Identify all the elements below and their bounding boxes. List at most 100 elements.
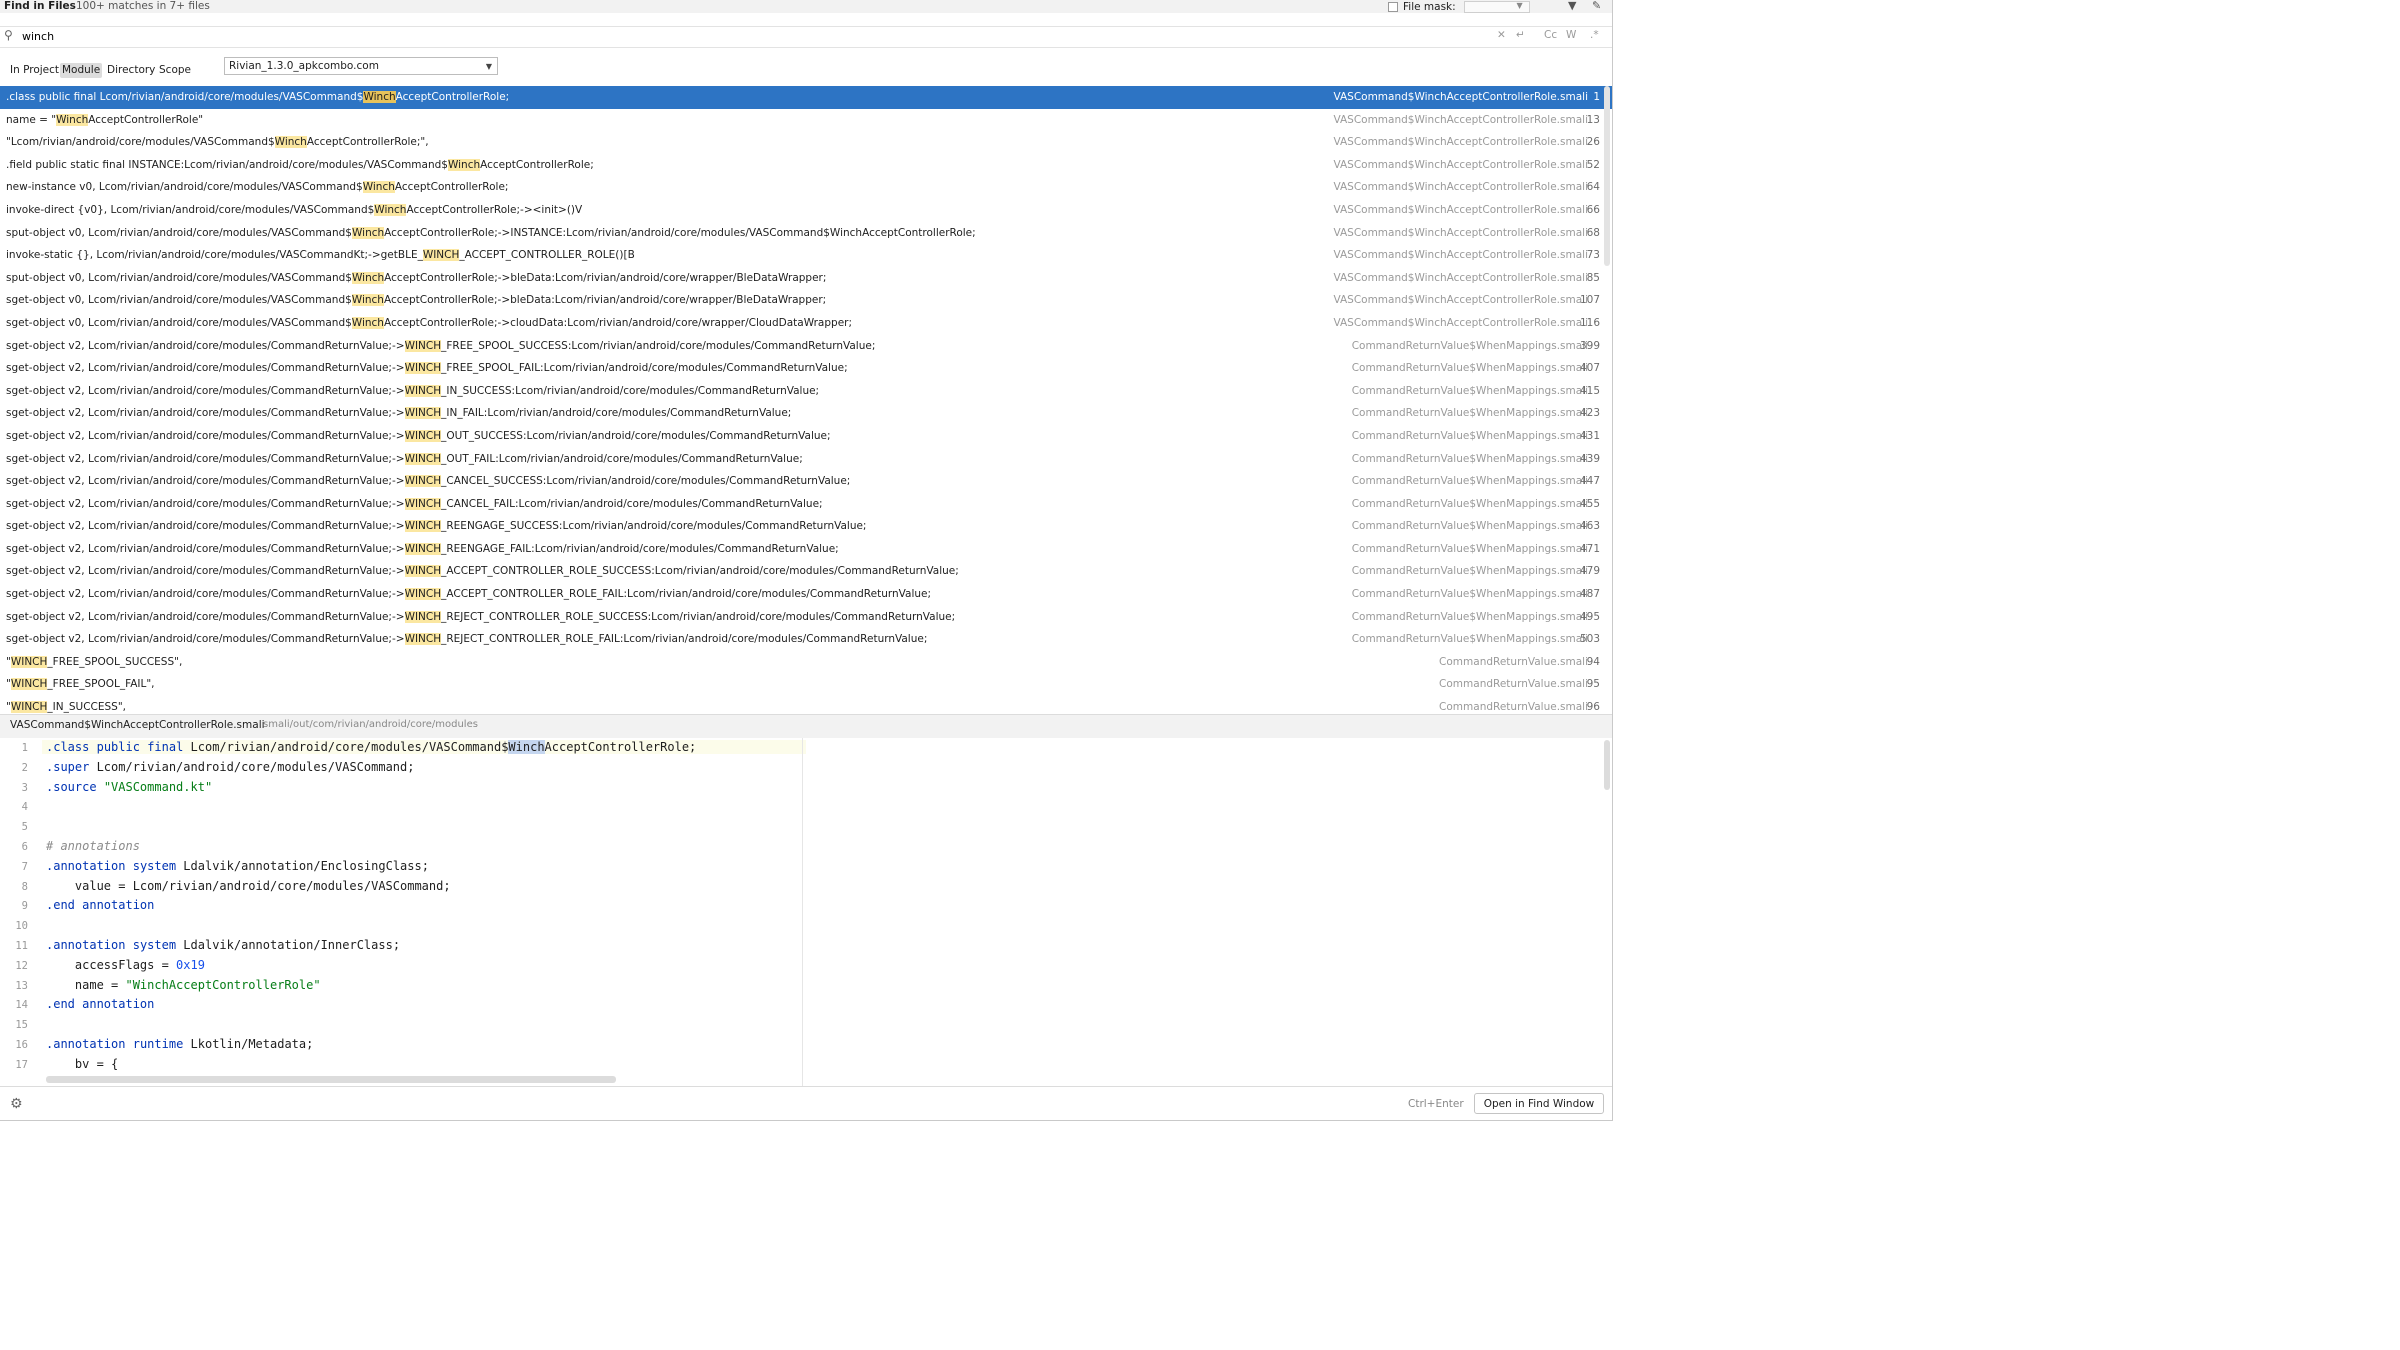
module-select[interactable]: Rivian_1.3.0_apkcombo.com ▼ — [224, 57, 498, 75]
result-row[interactable]: sget-object v0, Lcom/rivian/android/core… — [0, 312, 1612, 335]
result-row[interactable]: "WINCH_IN_SUCCESS", CommandReturnValue.sm… — [0, 696, 1612, 714]
result-code-suffix: _FREE_SPOOL_FAIL", — [47, 678, 155, 691]
tab-in-project[interactable]: In Project — [8, 63, 61, 78]
match-highlight: WINCH — [404, 362, 442, 375]
result-code: name = "WinchAcceptControllerRole" — [6, 109, 203, 132]
result-code: sget-object v2, Lcom/rivian/android/core… — [6, 538, 839, 561]
result-code-suffix: _IN_SUCCESS", — [47, 701, 127, 714]
result-row[interactable]: sput-object v0, Lcom/rivian/android/core… — [0, 267, 1612, 290]
result-row[interactable]: new-instance v0, Lcom/rivian/android/cor… — [0, 176, 1612, 199]
code-line: name = "WinchAcceptControllerRole" — [46, 977, 321, 992]
tab-module[interactable]: Module — [60, 63, 103, 78]
result-code-prefix: sget-object v0, Lcom/rivian/android/core… — [6, 316, 352, 329]
result-code: invoke-static {}, Lcom/rivian/android/co… — [6, 244, 635, 267]
result-row[interactable]: sget-object v2, Lcom/rivian/android/core… — [0, 425, 1612, 448]
result-code-suffix: AcceptControllerRole;->bleData:Lcom/rivi… — [383, 294, 827, 307]
line-number: 1 — [21, 742, 28, 754]
result-row[interactable]: "WINCH_FREE_SPOOL_SUCCESS", CommandReturn… — [0, 651, 1612, 674]
result-row[interactable]: sget-object v0, Lcom/rivian/android/core… — [0, 289, 1612, 312]
result-file: CommandReturnValue$WhenMappings.smali — [1351, 520, 1588, 533]
result-code-suffix: _CANCEL_FAIL:Lcom/rivian/android/core/mo… — [441, 497, 823, 510]
match-highlight: Winch — [351, 316, 384, 329]
result-row[interactable]: sget-object v2, Lcom/rivian/android/core… — [0, 335, 1612, 358]
result-row[interactable]: sget-object v2, Lcom/rivian/android/core… — [0, 538, 1612, 561]
result-row[interactable]: sget-object v2, Lcom/rivian/android/core… — [0, 560, 1612, 583]
result-line-number: 399 — [1579, 339, 1600, 352]
result-row[interactable]: sget-object v2, Lcom/rivian/android/core… — [0, 357, 1612, 380]
result-line-number: 64 — [1586, 181, 1600, 194]
result-code-prefix: sput-object v0, Lcom/rivian/android/core… — [6, 271, 352, 284]
match-highlight: WINCH — [404, 429, 442, 442]
result-row[interactable]: invoke-direct {v0}, Lcom/rivian/android/… — [0, 199, 1612, 222]
match-highlight: WINCH — [10, 701, 48, 714]
result-file: CommandReturnValue$WhenMappings.smali — [1351, 588, 1588, 601]
open-in-find-window-button[interactable]: Open in Find Window — [1474, 1093, 1604, 1114]
result-row[interactable]: sget-object v2, Lcom/rivian/android/core… — [0, 448, 1612, 471]
match-highlight: WINCH — [404, 475, 442, 488]
result-line-number: 503 — [1579, 633, 1600, 646]
code-line: .annotation system Ldalvik/annotation/In… — [46, 938, 401, 952]
result-code-suffix: _IN_FAIL:Lcom/rivian/android/core/module… — [441, 407, 792, 420]
file-mask-group: File mask: ▼ — [1388, 0, 1530, 13]
result-code-suffix: AcceptControllerRole; — [480, 158, 594, 171]
match-highlight: WINCH — [10, 655, 48, 668]
result-code-prefix: sget-object v2, Lcom/rivian/android/core… — [6, 429, 405, 442]
filter-icon[interactable]: ▼ — [1568, 0, 1576, 12]
result-row[interactable]: sget-object v2, Lcom/rivian/android/core… — [0, 470, 1612, 493]
result-code-suffix: _ACCEPT_CONTROLLER_ROLE_SUCCESS:Lcom/riv… — [441, 565, 959, 578]
regex-icon[interactable]: .* — [1590, 29, 1599, 41]
result-line-number: 94 — [1586, 655, 1600, 668]
result-row[interactable]: sput-object v0, Lcom/rivian/android/core… — [0, 222, 1612, 245]
tab-scope[interactable]: Scope — [157, 63, 193, 78]
result-code-suffix: _ACCEPT_CONTROLLER_ROLE_FAIL:Lcom/rivian… — [441, 588, 932, 601]
result-row[interactable]: "Lcom/rivian/android/core/modules/VASCom… — [0, 131, 1612, 154]
match-case-toggle[interactable]: Cc — [1544, 29, 1557, 41]
result-line-number: 487 — [1579, 588, 1600, 601]
result-row[interactable]: .field public static final INSTANCE:Lcom… — [0, 154, 1612, 177]
result-row[interactable]: name = "WinchAcceptControllerRole" VASCom… — [0, 109, 1612, 132]
file-mask-checkbox[interactable] — [1388, 1, 1398, 12]
result-row[interactable]: sget-object v2, Lcom/rivian/android/core… — [0, 583, 1612, 606]
horizontal-scrollbar[interactable] — [46, 1076, 616, 1083]
result-code: sget-object v2, Lcom/rivian/android/core… — [6, 493, 823, 516]
result-row[interactable]: sget-object v2, Lcom/rivian/android/core… — [0, 628, 1612, 651]
result-file: CommandReturnValue$WhenMappings.smali — [1351, 339, 1588, 352]
match-highlight: WINCH — [404, 542, 442, 555]
match-highlight: WINCH — [404, 610, 442, 623]
result-code-prefix: sget-object v2, Lcom/rivian/android/core… — [6, 520, 405, 533]
result-file: CommandReturnValue$WhenMappings.smali — [1351, 384, 1588, 397]
pin-icon[interactable]: ✎ — [1592, 0, 1601, 12]
result-row[interactable]: sget-object v2, Lcom/rivian/android/core… — [0, 380, 1612, 403]
result-code-suffix: AcceptControllerRole;->INSTANCE:Lcom/riv… — [384, 226, 976, 239]
match-highlight: WINCH — [404, 588, 442, 601]
match-highlight: WINCH — [422, 249, 460, 262]
editor-scrollbar[interactable] — [1604, 740, 1610, 790]
code-line: .super Lcom/rivian/android/core/modules/… — [46, 759, 415, 774]
search-input[interactable] — [22, 29, 1472, 44]
result-row[interactable]: sget-object v2, Lcom/rivian/android/core… — [0, 515, 1612, 538]
result-row[interactable]: invoke-static {}, Lcom/rivian/android/co… — [0, 244, 1612, 267]
line-number: 12 — [15, 959, 28, 972]
clear-icon[interactable]: ✕ — [1497, 29, 1506, 41]
line-number: 3 — [21, 781, 28, 794]
result-row[interactable]: sget-object v2, Lcom/rivian/android/core… — [0, 493, 1612, 516]
result-row[interactable]: .class public final Lcom/rivian/android/… — [0, 86, 1612, 109]
match-highlight: Winch — [352, 271, 385, 284]
result-code-prefix: sget-object v2, Lcom/rivian/android/core… — [6, 497, 405, 510]
find-in-files-dialog: Find in Files 100+ matches in 7+ files F… — [0, 0, 1613, 1121]
results-scrollbar[interactable] — [1604, 86, 1610, 266]
code-preview[interactable]: 1 2 3 4 5 6 7 8 9 10 11 12 13 14 15 16 17 .class public … — [0, 738, 1612, 1086]
file-mask-combo[interactable]: ▼ — [1463, 0, 1530, 13]
result-row[interactable]: sget-object v2, Lcom/rivian/android/core… — [0, 606, 1612, 629]
result-row[interactable]: "WINCH_FREE_SPOOL_FAIL", CommandReturnVal… — [0, 673, 1612, 696]
line-number: 16 — [15, 1039, 28, 1051]
match-highlight: Winch — [56, 113, 89, 126]
gear-icon[interactable]: ⚙ — [10, 1096, 23, 1112]
whole-words-toggle[interactable]: W — [1566, 29, 1576, 41]
tab-directory[interactable]: Directory — [105, 63, 157, 78]
newline-icon[interactable]: ↵ — [1516, 29, 1525, 41]
result-code-suffix: _OUT_SUCCESS:Lcom/rivian/android/core/mo… — [441, 429, 831, 442]
result-code: sput-object v0, Lcom/rivian/android/core… — [6, 222, 976, 245]
result-code-suffix: _FREE_SPOOL_SUCCESS", — [47, 655, 183, 668]
result-row[interactable]: sget-object v2, Lcom/rivian/android/core… — [0, 402, 1612, 425]
